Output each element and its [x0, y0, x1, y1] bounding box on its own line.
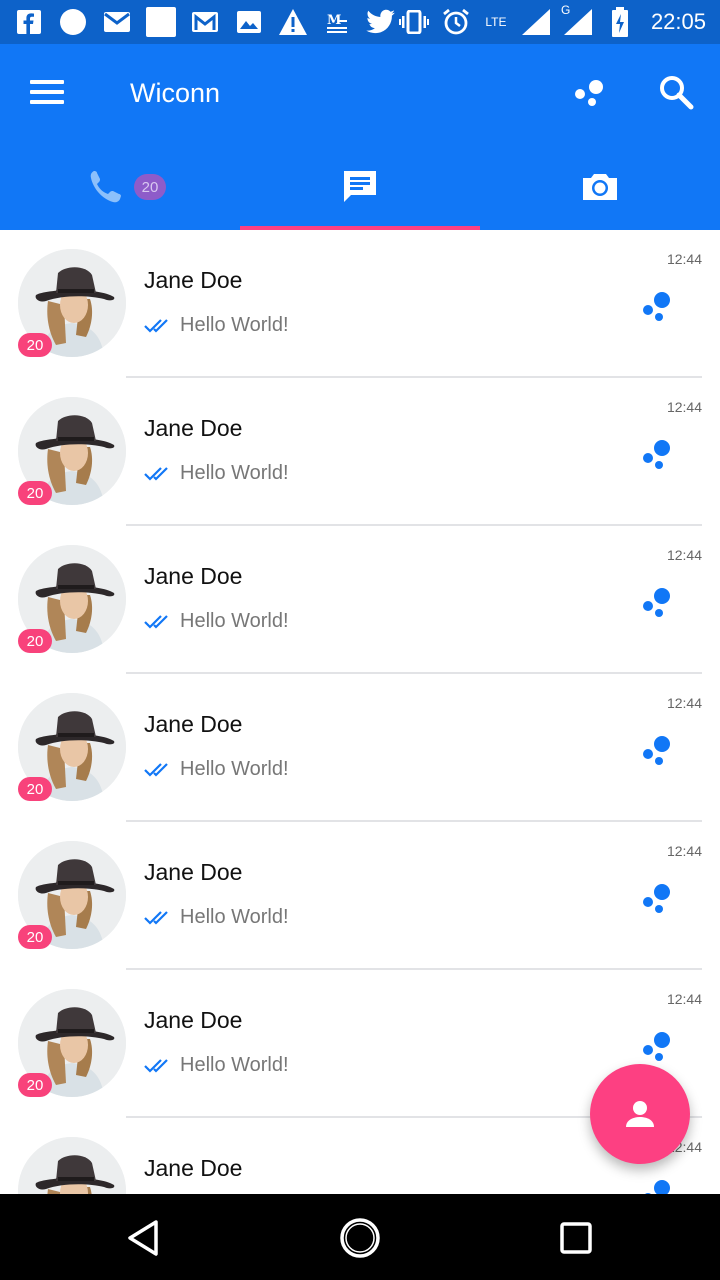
contact-name: Jane Doe [144, 859, 243, 885]
message-time: 12:44 [666, 695, 702, 711]
tab-chats[interactable] [240, 144, 480, 230]
unread-badge: 20 [18, 1073, 52, 1097]
last-message: Hello World! [180, 462, 289, 484]
tab-calls[interactable]: 20 [0, 144, 240, 230]
chat-list: 20 Jane Doe Hello World! 12:44 20 Jane D… [0, 230, 720, 1194]
status-dots-icon [640, 1030, 676, 1064]
battery-icon [605, 7, 635, 37]
last-message: Hello World! [180, 314, 289, 336]
m-icon: M [322, 7, 352, 37]
gmail-icon [190, 7, 220, 37]
chat-row[interactable]: 20 Jane Doe Hello World! 12:44 [0, 230, 720, 378]
navigation-bar [0, 1194, 720, 1280]
double-check-icon [144, 466, 168, 481]
avatar [18, 1137, 126, 1194]
message-preview: Hello World! [144, 758, 289, 781]
unread-badge: 20 [18, 629, 52, 653]
status-dots-icon [640, 586, 676, 620]
home-icon [340, 1218, 380, 1258]
unread-badge: 20 [18, 333, 52, 357]
search-icon [660, 76, 694, 110]
unread-badge: 20 [18, 777, 52, 801]
message-preview: Hello World! [144, 1054, 289, 1077]
network-secondary-label: G [560, 3, 571, 17]
app-bar: Wiconn 20 [0, 44, 720, 230]
last-message: Hello World! [180, 906, 289, 928]
dots-icon [575, 80, 603, 106]
status-dots-icon [640, 734, 676, 768]
home-button[interactable] [338, 1216, 382, 1260]
message-time: 12:44 [666, 843, 702, 859]
vibrate-icon [398, 7, 429, 37]
status-dots-icon [640, 438, 676, 472]
image-icon [234, 7, 264, 37]
message-preview: Hello World! [144, 610, 289, 633]
message-time: 12:44 [666, 251, 702, 267]
contact-name: Jane Doe [144, 1155, 243, 1181]
warning-icon [278, 7, 308, 37]
status-dots-icon [640, 290, 676, 324]
double-check-icon [144, 318, 168, 333]
search-button[interactable] [656, 72, 696, 112]
chat-row[interactable]: 20 Jane Doe Hello World! 12:44 [0, 674, 720, 822]
menu-button[interactable] [30, 74, 70, 114]
calls-badge: 20 [134, 174, 166, 200]
double-check-icon [144, 614, 168, 629]
message-preview: Hello World! [144, 906, 289, 929]
network-type: LTE [485, 15, 507, 29]
status-time: 22:05 [650, 9, 706, 34]
app-title: Wiconn [130, 78, 221, 108]
toolbar: Wiconn [0, 44, 720, 144]
back-icon [128, 1220, 158, 1256]
twitter-icon [366, 7, 396, 37]
contact-name: Jane Doe [144, 267, 243, 293]
status-dots-icon [640, 1178, 676, 1194]
unread-badge: 20 [18, 925, 52, 949]
contact-name: Jane Doe [144, 1007, 243, 1033]
mail-icon [102, 7, 132, 37]
tab-camera[interactable] [480, 144, 720, 230]
back-button[interactable] [122, 1216, 166, 1260]
last-message: Hello World! [180, 610, 289, 632]
status-dots-icon [640, 882, 676, 916]
recents-button[interactable] [554, 1216, 598, 1260]
double-check-icon [144, 1058, 168, 1073]
add-contact-icon [626, 1101, 654, 1127]
message-time: 12:44 [666, 399, 702, 415]
blank-icon [146, 7, 176, 37]
facebook-icon [14, 7, 44, 37]
recents-icon [560, 1222, 592, 1254]
last-message: Hello World! [180, 1054, 289, 1076]
message-preview: Hello World! [144, 314, 289, 337]
contact-name: Jane Doe [144, 711, 243, 737]
phone-icon [90, 171, 121, 203]
chat-row[interactable]: 20 Jane Doe Hello World! 12:44 [0, 378, 720, 526]
chat-row[interactable]: 20 Jane Doe Hello World! 12:44 [0, 822, 720, 970]
message-time: 12:44 [666, 991, 702, 1007]
message-time: 12:44 [666, 547, 702, 563]
alarm-icon [441, 7, 471, 37]
add-contact-button[interactable] [590, 1064, 690, 1164]
tab-bar: 20 [0, 144, 720, 230]
message-preview: Hello World! [144, 462, 289, 485]
status-bar: M LTE G 22:05 [0, 0, 720, 44]
signal-icon [521, 7, 551, 37]
avatar-photo [18, 1137, 126, 1194]
chat-icon [344, 171, 376, 202]
double-check-icon [144, 910, 168, 925]
chat-row[interactable]: 20 Jane Doe Hello World! 12:44 [0, 526, 720, 674]
unread-badge: 20 [18, 481, 52, 505]
contact-name: Jane Doe [144, 415, 243, 441]
last-message: Hello World! [180, 758, 289, 780]
double-check-icon [144, 762, 168, 777]
status-button[interactable] [570, 74, 610, 114]
contact-name: Jane Doe [144, 563, 243, 589]
signal-secondary-icon: G [561, 3, 593, 37]
circle-icon [58, 7, 88, 37]
camera-icon [583, 174, 617, 200]
